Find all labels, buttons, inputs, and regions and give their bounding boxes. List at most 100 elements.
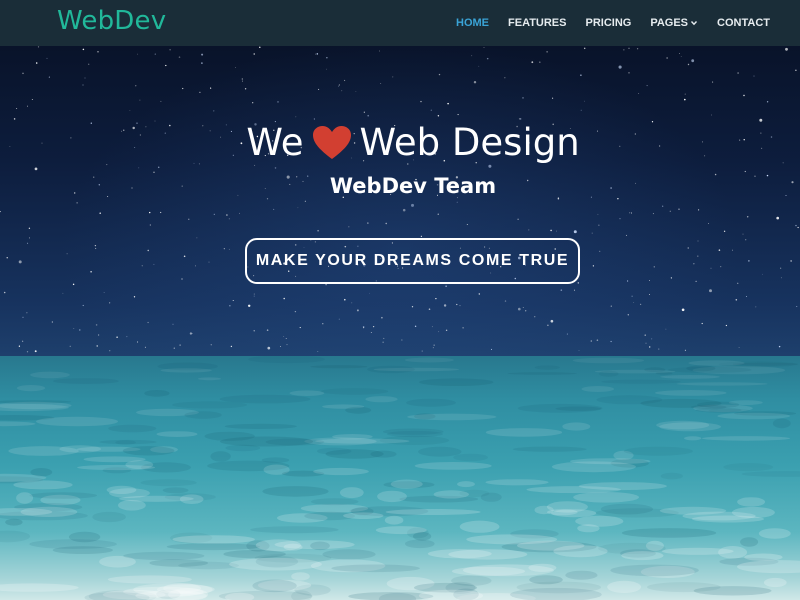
star <box>46 57 48 59</box>
star <box>26 351 29 353</box>
star <box>737 282 739 284</box>
star <box>776 216 780 220</box>
star <box>678 208 680 210</box>
water-ripple <box>744 553 783 561</box>
water-ripple <box>418 446 462 457</box>
star <box>355 91 357 92</box>
star <box>708 223 710 225</box>
brand-logo[interactable]: WebDev <box>57 6 166 36</box>
star <box>402 208 406 212</box>
star <box>629 212 631 214</box>
star <box>318 88 320 90</box>
star <box>411 203 414 207</box>
water-ripple <box>740 537 759 547</box>
water-ripple <box>660 472 683 480</box>
nav-item-home[interactable]: HOME <box>456 17 489 29</box>
water-ripple <box>5 518 23 526</box>
star <box>718 249 721 251</box>
water-ripple <box>414 462 492 470</box>
water-ripple <box>248 356 325 364</box>
star <box>66 253 68 255</box>
star <box>241 80 243 82</box>
star <box>528 229 530 231</box>
star <box>580 109 582 111</box>
star <box>196 237 198 239</box>
star <box>267 346 271 350</box>
star <box>552 97 554 99</box>
star <box>153 263 155 265</box>
water-ripple <box>255 555 299 568</box>
water-ripple <box>20 506 78 517</box>
nav-item-pricing[interactable]: PRICING <box>585 17 631 29</box>
nav-item-contact[interactable]: CONTACT <box>717 17 770 29</box>
star <box>478 293 481 295</box>
water-ripple <box>255 539 302 552</box>
star <box>247 304 251 308</box>
star <box>351 302 353 304</box>
water-ripple <box>197 377 222 381</box>
star <box>630 212 633 214</box>
star <box>550 229 552 232</box>
cta-button[interactable]: MAKE YOUR DREAMS COME TRUE <box>245 238 580 284</box>
landing-page: WebDev HOME FEATURES PRICING PAGES CONTA… <box>0 0 800 600</box>
hero-title-prefix: We <box>246 121 304 164</box>
star <box>72 283 75 286</box>
star <box>780 277 782 279</box>
star <box>191 333 193 334</box>
star <box>325 283 327 286</box>
star <box>546 51 548 53</box>
water-ripple <box>310 365 368 369</box>
water-ripple <box>451 566 526 576</box>
star <box>344 79 346 82</box>
nav-item-pages[interactable]: PAGES <box>650 17 698 29</box>
star <box>623 49 625 51</box>
star <box>610 340 612 343</box>
water-ripple <box>607 580 642 593</box>
star <box>18 260 22 264</box>
water-ripple <box>419 378 494 386</box>
water-ripple <box>485 479 549 486</box>
star <box>103 292 105 293</box>
star <box>22 316 24 318</box>
star <box>84 77 86 79</box>
star <box>179 344 181 346</box>
star <box>283 297 285 300</box>
star <box>695 280 697 283</box>
star <box>88 63 90 65</box>
star <box>697 240 699 242</box>
star <box>99 212 101 214</box>
star <box>273 208 275 210</box>
star <box>34 167 38 171</box>
star <box>679 53 680 54</box>
star <box>141 265 143 267</box>
nav-item-features[interactable]: FEATURES <box>508 17 566 29</box>
star <box>379 50 380 52</box>
water-ripple <box>289 390 325 396</box>
star <box>720 266 722 268</box>
star <box>732 249 733 251</box>
star <box>627 314 629 316</box>
star <box>414 325 417 327</box>
star <box>766 101 769 103</box>
star <box>228 248 230 250</box>
water-ripple <box>122 446 175 456</box>
star <box>723 230 726 232</box>
star <box>147 321 149 324</box>
star <box>228 218 230 220</box>
star <box>619 218 621 220</box>
star <box>560 289 563 291</box>
star <box>645 342 647 344</box>
water-ripple <box>184 411 222 419</box>
star <box>636 48 639 50</box>
water-ripple <box>160 368 212 373</box>
star <box>738 346 740 348</box>
water-ripple <box>224 423 297 429</box>
water-ripple <box>252 579 297 593</box>
water-ripple <box>433 490 469 499</box>
star <box>437 115 440 117</box>
water-ripple <box>623 446 693 456</box>
water-ripple <box>331 564 420 573</box>
star <box>687 63 690 66</box>
star <box>286 344 288 346</box>
water-texture-layer <box>0 356 800 600</box>
